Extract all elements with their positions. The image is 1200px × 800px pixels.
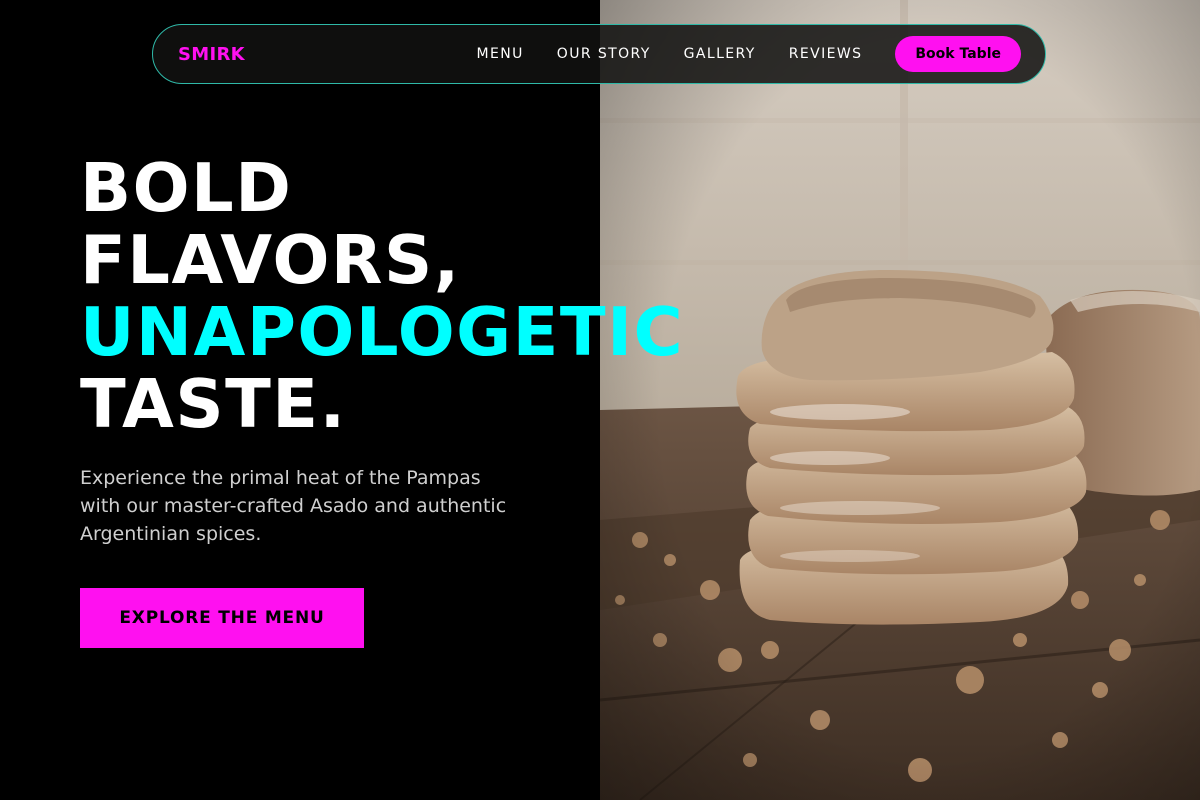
headline-line-4: TASTE.	[80, 365, 347, 443]
bread-stack-photo	[600, 0, 1200, 800]
nav-link-gallery[interactable]: GALLERY	[684, 46, 756, 62]
nav-link-reviews[interactable]: REVIEWS	[789, 46, 863, 62]
nav-link-menu[interactable]: MENU	[477, 46, 524, 62]
brand-logo[interactable]: SMIRK	[178, 44, 245, 65]
nav-link-our-story[interactable]: OUR STORY	[557, 46, 651, 62]
book-table-button[interactable]: Book Table	[895, 36, 1021, 72]
headline-line-1: BOLD	[80, 149, 293, 227]
hero-subtext: Experience the primal heat of the Pampas…	[80, 467, 507, 545]
explore-menu-button[interactable]: EXPLORE THE MENU	[80, 588, 364, 648]
landing-page: SMIRK MENU OUR STORY GALLERY REVIEWS Boo…	[0, 0, 1200, 800]
headline-line-accent: UNAPOLOGETIC	[80, 293, 685, 371]
hero-image	[600, 0, 1200, 800]
navbar: SMIRK MENU OUR STORY GALLERY REVIEWS Boo…	[152, 24, 1046, 84]
nav-links: MENU OUR STORY GALLERY REVIEWS Book Tabl…	[477, 36, 1021, 72]
hero-headline: BOLD FLAVORS, UNAPOLOGETIC TASTE.	[80, 152, 684, 440]
headline-line-2: FLAVORS,	[80, 221, 461, 299]
